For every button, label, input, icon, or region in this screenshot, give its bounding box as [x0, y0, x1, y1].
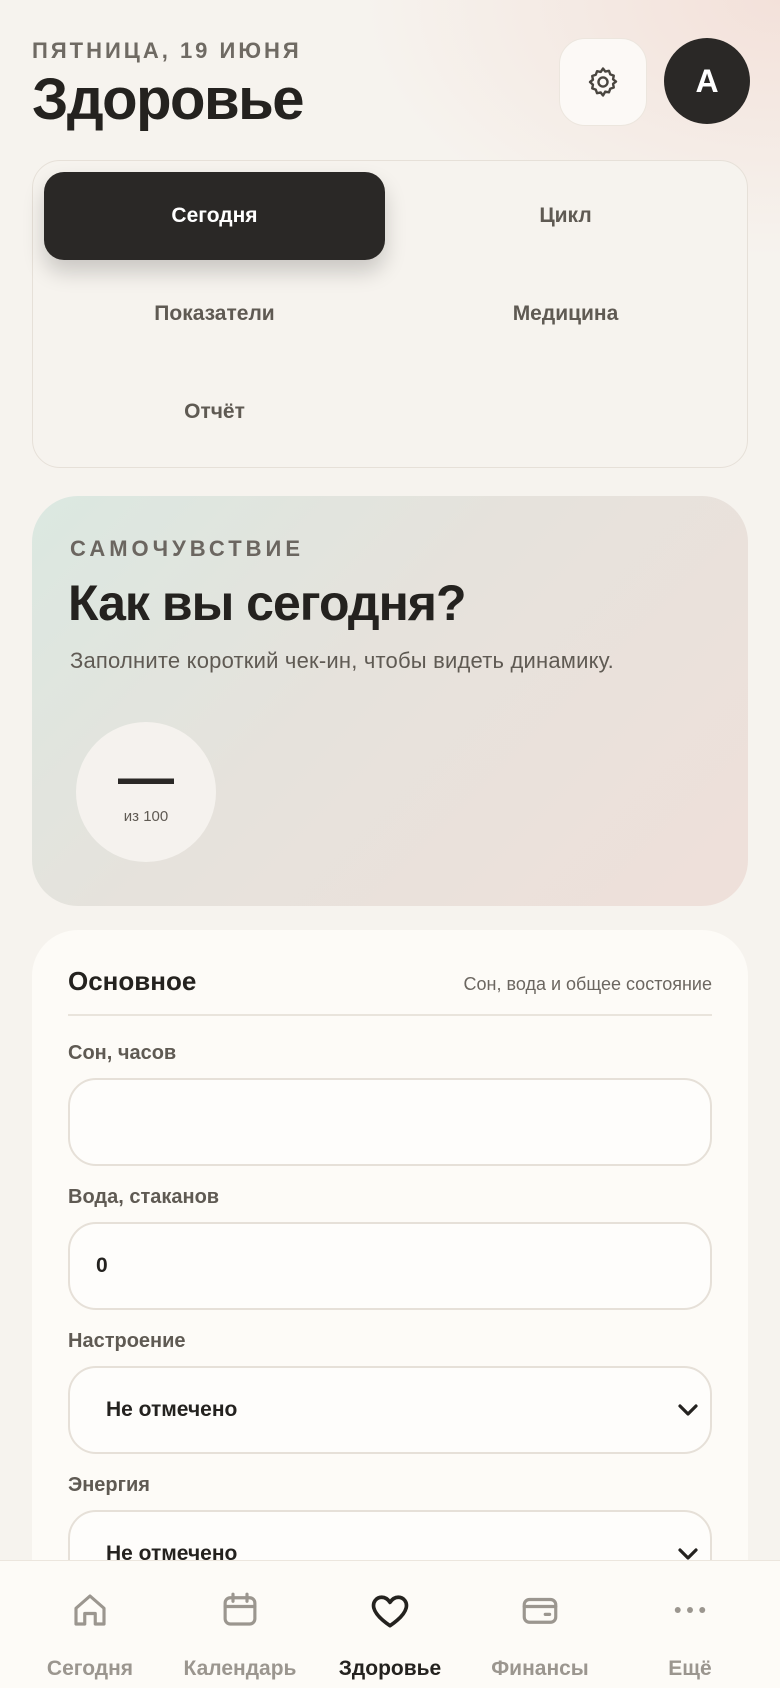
wellbeing-question: Как вы сегодня?: [68, 575, 466, 631]
score-scale: из 100: [123, 808, 169, 825]
nav-item-calendar[interactable]: Календарь: [162, 1561, 318, 1688]
mood-select[interactable]: Не отмечено: [68, 1366, 712, 1454]
basic-form-card: Основное Сон, вода и общее состояние Сон…: [32, 930, 748, 1630]
chevron-down-icon: [678, 1404, 698, 1416]
page-header: ПЯТНИЦА, 19 ИЮНЯ Здоровье А: [32, 36, 750, 132]
sleep-input[interactable]: [68, 1078, 712, 1166]
nav-label-calendar: Календарь: [183, 1657, 297, 1680]
tab-report[interactable]: Отчёт: [44, 368, 385, 456]
mood-select-value: Не отмечено: [106, 1398, 238, 1421]
nav-label-today: Сегодня: [46, 1657, 134, 1680]
calendar-icon: [223, 1592, 257, 1626]
gear-icon: [588, 67, 618, 97]
nav-item-finance[interactable]: Финансы: [462, 1561, 618, 1688]
nav-label-finance: Финансы: [491, 1657, 589, 1680]
home-icon: [74, 1594, 106, 1626]
wellbeing-hint: Заполните короткий чек-ин, чтобы видеть …: [70, 648, 614, 673]
wellbeing-card[interactable]: САМОЧУВСТВИЕ Как вы сегодня? Заполните к…: [32, 496, 748, 906]
mood-label: Настроение: [68, 1330, 186, 1352]
nav-item-today[interactable]: Сегодня: [12, 1561, 168, 1688]
energy-label: Энергия: [68, 1474, 150, 1496]
form-header: Основное Сон, вода и общее состояние: [68, 966, 712, 1016]
tab-medicine[interactable]: Медицина: [395, 270, 736, 358]
wellbeing-score: — из 100: [76, 722, 216, 862]
wellbeing-eyebrow: САМОЧУВСТВИЕ: [70, 536, 305, 561]
date-label: ПЯТНИЦА, 19 ИЮНЯ: [32, 38, 302, 63]
form-subtitle: Сон, вода и общее состояние: [463, 974, 712, 994]
avatar[interactable]: А: [664, 38, 750, 124]
section-tabs: Сегодня Цикл Показатели Медицина Отчёт: [32, 160, 748, 468]
nav-item-health[interactable]: Здоровье: [312, 1561, 468, 1688]
heart-icon: [371, 1595, 409, 1628]
nav-item-more[interactable]: Ещё: [612, 1561, 768, 1688]
page-title: Здоровье: [32, 67, 305, 132]
bottom-navigation: Сегодня Календарь Здоровье Финансы Ещё: [0, 1560, 780, 1688]
score-value: —: [118, 745, 174, 808]
settings-button[interactable]: [559, 38, 647, 126]
water-label: Вода, стаканов: [68, 1186, 220, 1208]
tab-metrics[interactable]: Показатели: [44, 270, 385, 358]
sleep-label: Сон, часов: [68, 1042, 177, 1064]
tab-today[interactable]: Сегодня: [44, 172, 385, 260]
more-icon: [674, 1607, 706, 1613]
tab-cycle[interactable]: Цикл: [395, 172, 736, 260]
nav-label-more: Ещё: [668, 1657, 712, 1680]
form-title: Основное: [68, 966, 197, 996]
wallet-icon: [522, 1597, 558, 1624]
water-input[interactable]: [68, 1222, 712, 1310]
nav-label-health: Здоровье: [338, 1657, 442, 1680]
